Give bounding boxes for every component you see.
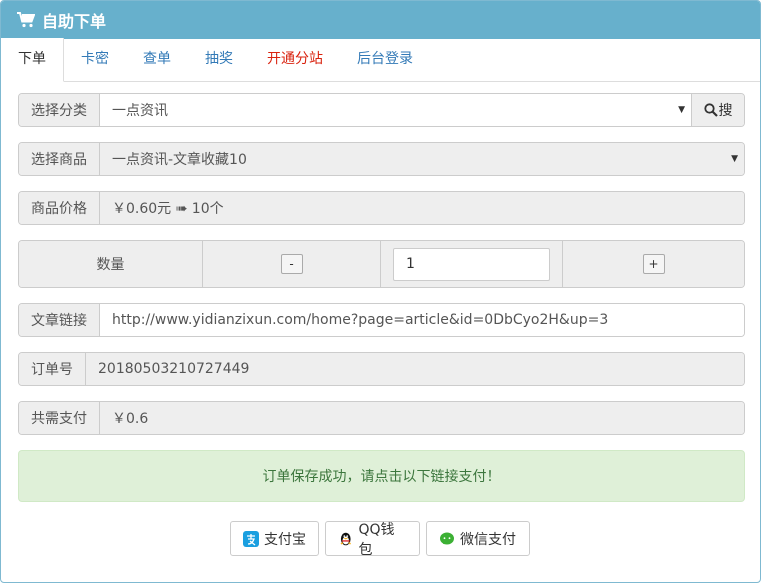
product-row: 选择商品 一点资讯-文章收藏10 ▼ (18, 142, 745, 176)
category-value: 一点资讯 (112, 103, 168, 119)
search-icon (703, 103, 718, 117)
category-select[interactable]: 一点资讯 ▼ (100, 94, 691, 126)
price-row: 商品价格 ￥0.60元 ➠ 10个 (18, 191, 745, 225)
alipay-label: 支付宝 (264, 531, 306, 548)
quantity-plus-cell: + (563, 241, 744, 287)
product-value: 一点资讯-文章收藏10 (112, 152, 247, 168)
total-label: 共需支付 (19, 402, 100, 434)
category-label: 选择分类 (19, 94, 100, 126)
payment-buttons: 支付宝 QQ钱包 微信支付 (230, 521, 530, 558)
order-panel: 自助下单 下单 卡密 查单 抽奖 开通分站 后台登录 选择分类 一点资讯 ▼ 搜… (0, 0, 761, 583)
total-row: 共需支付 ￥0.6 (18, 401, 745, 435)
panel-heading: 自助下单 (1, 1, 760, 39)
tab-card-key[interactable]: 卡密 (64, 38, 126, 81)
quantity-input[interactable]: 1 (393, 247, 550, 281)
qq-wallet-button[interactable]: QQ钱包 (325, 521, 420, 558)
search-button-label: 搜 (718, 103, 733, 119)
qq-wallet-label: QQ钱包 (358, 521, 395, 558)
link-row: 文章链接 http://www.yidianzixun.com/home?pag… (18, 303, 745, 337)
wechat-pay-label: 微信支付 (460, 531, 516, 548)
order-label: 订单号 (19, 353, 86, 385)
alipay-icon (243, 530, 259, 547)
quantity-decrease-button[interactable]: - (280, 254, 303, 274)
order-row: 订单号 20180503210727449 (18, 352, 745, 386)
quantity-label: 数量 (19, 241, 203, 287)
tab-lottery[interactable]: 抽奖 (188, 38, 250, 81)
wechat-pay-button[interactable]: 微信支付 (426, 521, 530, 556)
tab-open-substation[interactable]: 开通分站 (250, 38, 340, 81)
search-button[interactable]: 搜 (691, 94, 744, 126)
quantity-row: 数量 - 1 + (18, 240, 745, 288)
tab-bar: 下单 卡密 查单 抽奖 开通分站 后台登录 (1, 38, 760, 82)
price-value: ￥0.60元 ➠ 10个 (100, 192, 744, 224)
chevron-down-icon: ▼ (731, 154, 738, 164)
chevron-down-icon: ▼ (678, 105, 685, 115)
page-title: 自助下单 (42, 12, 107, 31)
tab-query-order[interactable]: 查单 (126, 38, 188, 81)
shopping-cart-icon (17, 12, 35, 28)
tab-admin-login[interactable]: 后台登录 (340, 38, 430, 81)
category-row: 选择分类 一点资讯 ▼ 搜 (18, 93, 745, 127)
total-amount: ￥0.6 (100, 402, 744, 434)
product-label: 选择商品 (19, 143, 100, 175)
wechat-icon (440, 532, 454, 544)
article-link-input[interactable]: http://www.yidianzixun.com/home?page=art… (100, 304, 744, 336)
tab-order[interactable]: 下单 (1, 38, 64, 82)
alipay-button[interactable]: 支付宝 (230, 521, 319, 556)
order-number: 20180503210727449 (86, 353, 744, 385)
qq-penguin-icon (340, 532, 351, 545)
product-select[interactable]: 一点资讯-文章收藏10 ▼ (100, 143, 744, 175)
link-label: 文章链接 (19, 304, 100, 336)
price-label: 商品价格 (19, 192, 100, 224)
quantity-increase-button[interactable]: + (642, 254, 665, 274)
success-alert: 订单保存成功，请点击以下链接支付！ (18, 450, 745, 502)
quantity-minus-cell: - (203, 241, 381, 287)
quantity-input-cell: 1 (381, 241, 563, 287)
